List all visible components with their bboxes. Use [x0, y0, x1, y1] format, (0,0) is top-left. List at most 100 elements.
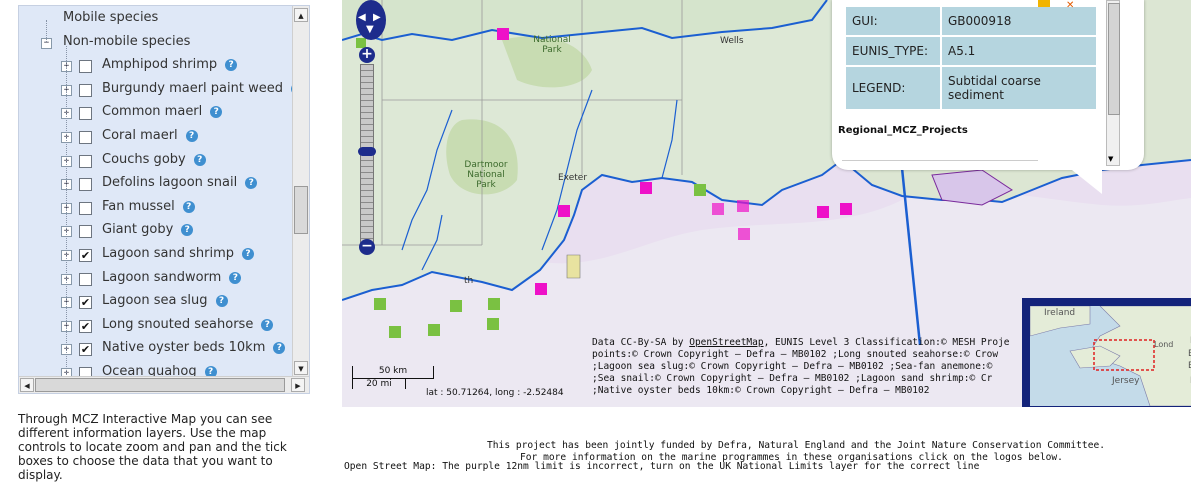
overview-label-ireland: Ireland [1044, 308, 1076, 318]
label-exeter: Exeter [558, 173, 588, 183]
overview-map-canvas[interactable]: Ireland Jersey Lond B Be Br D [1030, 306, 1191, 406]
info-icon[interactable]: ? [245, 177, 258, 190]
layer-tree-item[interactable]: + ✔ Lagoon sand shrimp? [19, 246, 289, 266]
layer-label[interactable]: Non-mobile species [63, 34, 190, 49]
layer-label-text: Native oyster beds 10km [102, 340, 266, 356]
layer-tree-item[interactable]: + ✔ Native oyster beds 10km? [19, 340, 289, 360]
info-icon[interactable]: ? [182, 200, 195, 213]
pan-down-icon[interactable]: ▼ [366, 24, 374, 35]
scroll-left-icon[interactable]: ◀ [20, 378, 34, 392]
overview-label-jersey: Jersey [1112, 376, 1140, 386]
layer-tree-item[interactable]: + Defolins lagoon snail? [19, 175, 289, 195]
attribute-key: EUNIS_TYPE: [844, 35, 942, 67]
attribute-value: A5.1 [940, 35, 1098, 67]
popup-scroll-thumb[interactable] [1108, 3, 1120, 115]
layer-label[interactable]: Amphipod shrimp? [102, 57, 238, 72]
layer-checkbox[interactable] [79, 225, 92, 239]
layer-tree-item[interactable]: + Fan mussel? [19, 199, 289, 219]
layer-tree-item[interactable]: Mobile species [19, 10, 289, 30]
layer-checkbox[interactable] [79, 60, 92, 74]
overview-svg [1030, 306, 1191, 406]
layer-label-text: Mobile species [63, 10, 159, 25]
layer-tree-item[interactable]: + Amphipod shrimp? [19, 57, 289, 77]
popup-attribute-row: LEGEND: Subtidal coarse sediment [844, 65, 1098, 111]
layer-label[interactable]: Mobile species [63, 10, 158, 25]
layer-label-text: Long snouted seahorse [102, 316, 254, 332]
layer-tree-item[interactable]: +Burgundy maerl paint weed? [19, 81, 303, 101]
layer-label[interactable]: Common maerl? [102, 104, 223, 120]
layer-checkbox[interactable] [79, 154, 92, 168]
layer-tree-item[interactable]: + Common maerl? [19, 104, 289, 124]
layer-checkbox[interactable]: ✔ [79, 319, 92, 333]
layer-checkbox[interactable] [79, 107, 92, 121]
label-wells: Wells [720, 36, 744, 46]
layer-checkbox[interactable]: ✔ [79, 343, 92, 357]
layer-tree-item[interactable]: + Couchs goby? [19, 152, 289, 172]
layer-label[interactable]: Lagoon sandworm? [102, 270, 242, 285]
info-icon[interactable]: ? [242, 248, 254, 260]
info-icon[interactable]: ? [215, 295, 228, 308]
tree-horizontal-scrollbar[interactable]: ◀ ▶ [19, 376, 309, 393]
pan-left-icon[interactable]: ◀ [358, 12, 366, 23]
layer-checkbox[interactable]: ✔ [79, 249, 92, 262]
tree-vertical-scroll-thumb[interactable] [294, 186, 308, 234]
zoom-slider-handle[interactable] [358, 147, 376, 156]
layer-tree-item[interactable]: + Giant goby? [19, 222, 289, 242]
info-icon[interactable]: ? [229, 271, 242, 284]
layer-label[interactable]: Coral maerl? [102, 128, 198, 143]
attribution-prefix: Data CC-By-SA by [592, 337, 690, 348]
info-icon[interactable]: ? [185, 130, 198, 142]
layer-label[interactable]: Defolins lagoon snail? [102, 175, 258, 190]
layer-label-text: Lagoon sea slug [102, 293, 208, 309]
layer-tree-item[interactable]: + ✔ Lagoon sea slug? [19, 293, 289, 313]
scale-km: 50 km [352, 366, 434, 379]
layer-label-text: Common maerl [102, 104, 203, 120]
layer-checkbox[interactable] [79, 131, 92, 144]
info-icon[interactable]: ? [261, 318, 274, 331]
scroll-up-icon[interactable]: ▲ [294, 8, 308, 22]
footer-osm-note: Open Street Map: The purple 12nm limit i… [344, 461, 980, 472]
pan-right-icon[interactable]: ▶ [373, 12, 381, 23]
layer-tree-item[interactable]: + ✔ Long snouted seahorse? [19, 317, 289, 337]
scroll-right-icon[interactable]: ▶ [291, 378, 305, 392]
layer-checkbox[interactable] [79, 83, 92, 97]
layer-tree-item[interactable]: − Non-mobile species [19, 34, 289, 54]
popup-attribute-row: GUI: GB000918 [844, 5, 1098, 37]
label-dartmoor: Dartmoor National Park [464, 160, 508, 190]
feature-popup[interactable]: GUI: GB000918 EUNIS_TYPE: A5.1 LEGEND: Subtid… [832, 0, 1144, 194]
zoom-out-button[interactable]: − [359, 239, 375, 255]
layer-label[interactable]: Lagoon sand shrimp? [102, 246, 254, 261]
scroll-down-icon[interactable]: ▼ [294, 361, 308, 375]
popup-scrollbar[interactable]: ▼ [1106, 0, 1120, 166]
layer-label[interactable]: Fan mussel? [102, 199, 195, 214]
tree-horizontal-scroll-thumb[interactable] [35, 378, 285, 392]
info-icon[interactable]: ? [210, 106, 223, 119]
layer-checkbox[interactable] [79, 178, 92, 192]
popup-close-icon[interactable]: ✕ [1066, 0, 1082, 11]
layer-checkbox[interactable]: ✔ [79, 296, 92, 310]
layer-tree-item[interactable]: + Coral maerl? [19, 128, 289, 148]
layer-label[interactable]: Long snouted seahorse? [102, 316, 274, 332]
zoom-slider[interactable] [358, 64, 376, 244]
info-icon[interactable]: ? [225, 59, 238, 72]
popup-scroll-down-icon[interactable]: ▼ [1108, 155, 1113, 163]
info-icon[interactable]: ? [273, 342, 286, 355]
layer-label[interactable]: Burgundy maerl paint weed? [102, 81, 303, 96]
layer-tree-item[interactable]: + Lagoon sandworm? [19, 270, 289, 290]
zoom-in-button[interactable]: + [359, 47, 375, 63]
layer-label-text: Lagoon sand shrimp [102, 246, 234, 261]
pan-control[interactable]: ◀ ▶ ▼ [356, 0, 386, 40]
layer-label[interactable]: Giant goby? [102, 222, 194, 237]
layer-label[interactable]: Native oyster beds 10km? [102, 340, 286, 356]
info-icon[interactable]: ? [193, 153, 206, 166]
tree-vertical-scrollbar[interactable]: ▲ ▼ [292, 6, 309, 377]
layer-checkbox[interactable] [79, 201, 92, 215]
overview-map[interactable]: Ireland Jersey Lond B Be Br D [1022, 298, 1191, 407]
popup-tool-icon[interactable] [1038, 0, 1050, 7]
layer-checkbox[interactable] [79, 272, 92, 286]
layer-label-text: Couchs goby [102, 151, 186, 167]
layer-label[interactable]: Couchs goby? [102, 152, 206, 167]
osm-link[interactable]: OpenStreetMap [689, 337, 763, 348]
layer-label[interactable]: Lagoon sea slug? [102, 293, 228, 308]
info-icon[interactable]: ? [181, 224, 194, 237]
